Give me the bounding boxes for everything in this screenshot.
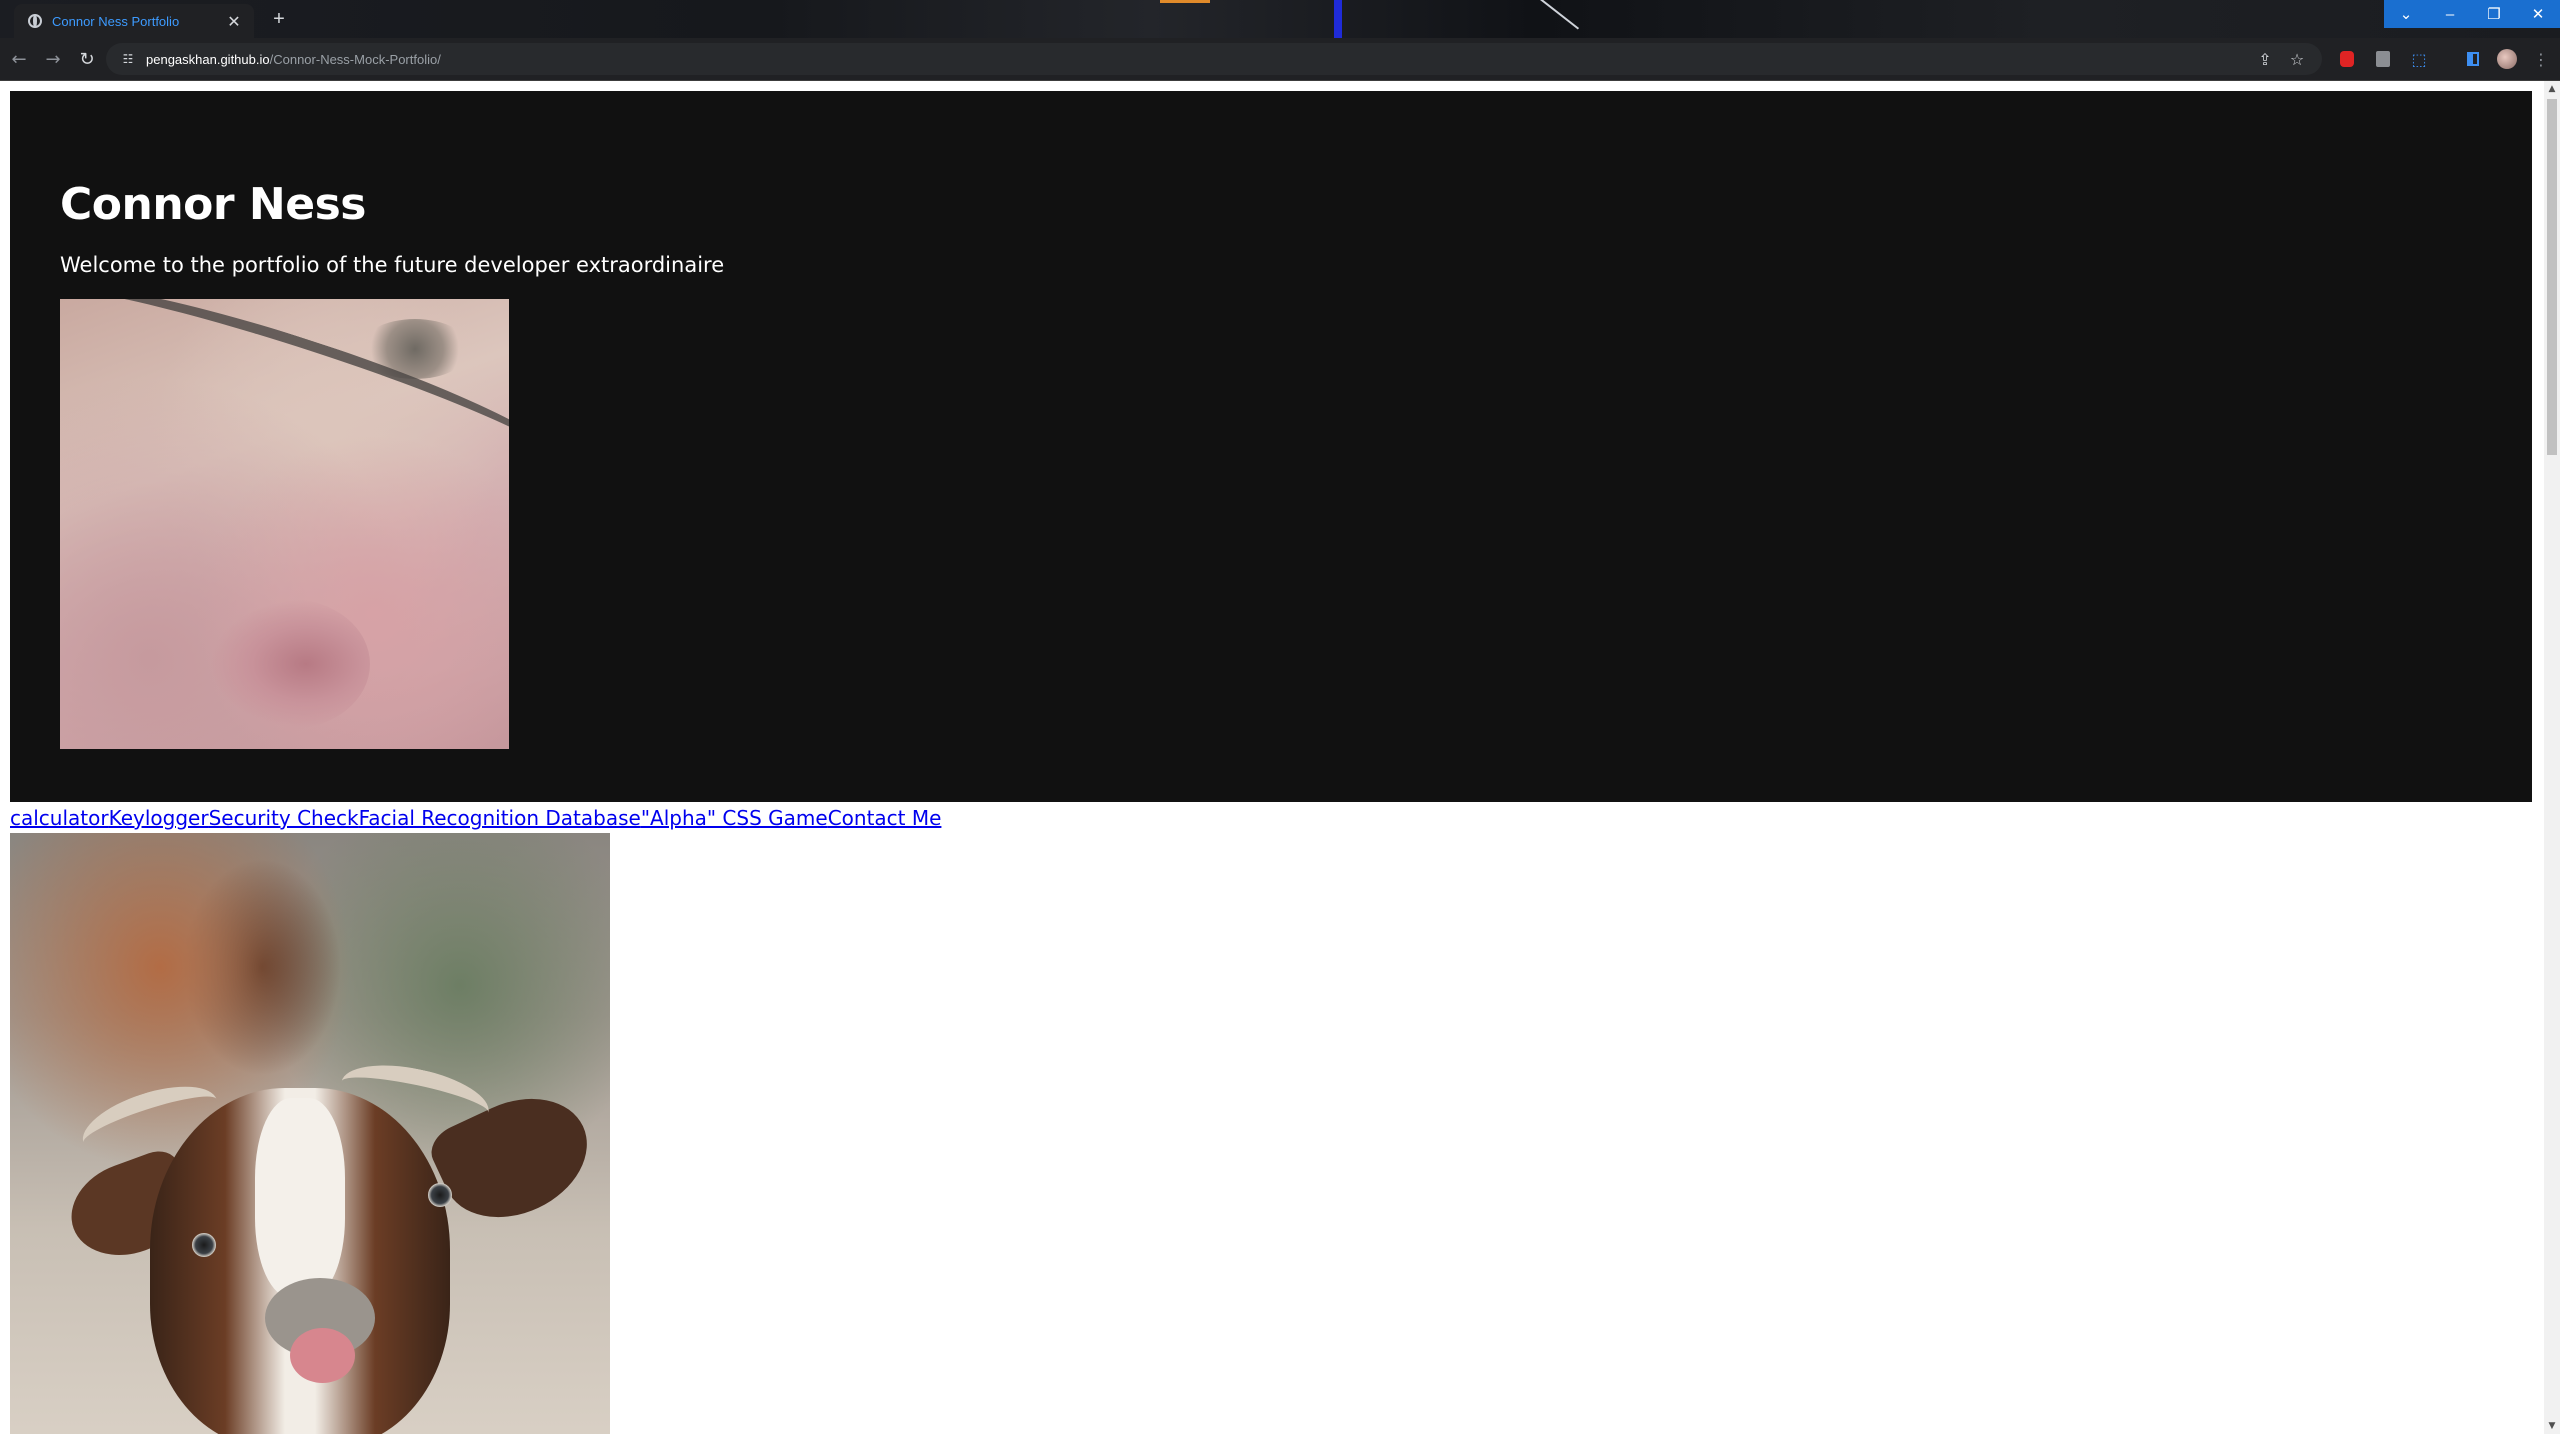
nav-link-contact[interactable]: Contact Me	[828, 806, 942, 830]
scroll-down-icon[interactable]: ▼	[2544, 1418, 2560, 1434]
url-text[interactable]: pengaskhan.github.io/Connor-Ness-Mock-Po…	[146, 52, 441, 67]
project-nav: calculatorKeyloggerSecurity CheckFacial …	[10, 806, 941, 830]
side-panel-icon[interactable]	[2460, 46, 2486, 72]
back-arrow-icon[interactable]: ←	[6, 46, 32, 72]
avatar[interactable]	[2494, 46, 2520, 72]
new-tab-button[interactable]: +	[266, 6, 292, 32]
profile-photo	[60, 299, 509, 749]
extension-icon[interactable]	[2370, 46, 2396, 72]
tab-search-button[interactable]: ⌄	[2384, 0, 2428, 28]
tab-title: Connor Ness Portfolio	[52, 13, 180, 29]
close-window-button[interactable]: ✕	[2516, 0, 2560, 28]
tab-close-button[interactable]: ✕	[224, 11, 244, 31]
nav-link-css-game[interactable]: "Alpha" CSS Game	[641, 806, 828, 830]
url-host: pengaskhan.github.io	[146, 51, 270, 67]
extension-icon[interactable]	[2334, 46, 2360, 72]
nav-link-calculator[interactable]: calculator	[10, 806, 109, 830]
reload-icon[interactable]: ↻	[74, 46, 100, 72]
share-icon[interactable]: ⇪	[2252, 46, 2278, 72]
hero-header: Connor Ness Welcome to the portfolio of …	[10, 91, 2532, 802]
nav-link-keylogger[interactable]: Keylogger	[109, 806, 209, 830]
site-settings-icon[interactable]: ☷	[120, 51, 136, 67]
wallpaper-decoration	[1540, 0, 1580, 30]
restore-button[interactable]: ❐	[2472, 0, 2516, 28]
goat-photo	[10, 833, 610, 1434]
star-icon[interactable]: ☆	[2284, 46, 2310, 72]
page-content: Connor Ness Welcome to the portfolio of …	[0, 81, 2544, 1434]
kebab-menu-icon[interactable]: ⋮	[2528, 46, 2554, 72]
vertical-scrollbar[interactable]: ▲ ▼	[2544, 81, 2560, 1434]
nav-link-facial-recognition[interactable]: Facial Recognition Database	[359, 806, 641, 830]
page-title: Connor Ness	[60, 179, 366, 230]
page-viewport: Connor Ness Welcome to the portfolio of …	[0, 81, 2560, 1434]
wallpaper-decoration	[1334, 0, 1342, 38]
address-bar[interactable]: ☷ pengaskhan.github.io/Connor-Ness-Mock-…	[106, 43, 2322, 75]
puzzle-icon[interactable]: ⬚	[2406, 46, 2432, 72]
browser-window: Connor Ness Portfolio ✕ + ⌄ – ❐ ✕ ← → ↻ …	[0, 0, 2560, 1434]
forward-arrow-icon[interactable]: →	[40, 46, 66, 72]
minimize-button[interactable]: –	[2428, 0, 2472, 28]
scrollbar-thumb[interactable]	[2547, 99, 2557, 455]
tab-active[interactable]: Connor Ness Portfolio ✕	[14, 4, 254, 38]
wallpaper-decoration	[1160, 0, 1210, 3]
scroll-up-icon[interactable]: ▲	[2544, 81, 2560, 97]
nav-link-security-check[interactable]: Security Check	[209, 806, 359, 830]
tagline: Welcome to the portfolio of the future d…	[60, 253, 725, 277]
url-path: /Connor-Ness-Mock-Portfolio/	[269, 51, 441, 67]
globe-icon	[28, 14, 42, 28]
tab-strip: Connor Ness Portfolio ✕ + ⌄ – ❐ ✕	[0, 0, 2560, 38]
browser-toolbar: ← → ↻ ☷ pengaskhan.github.io/Connor-Ness…	[0, 38, 2560, 81]
